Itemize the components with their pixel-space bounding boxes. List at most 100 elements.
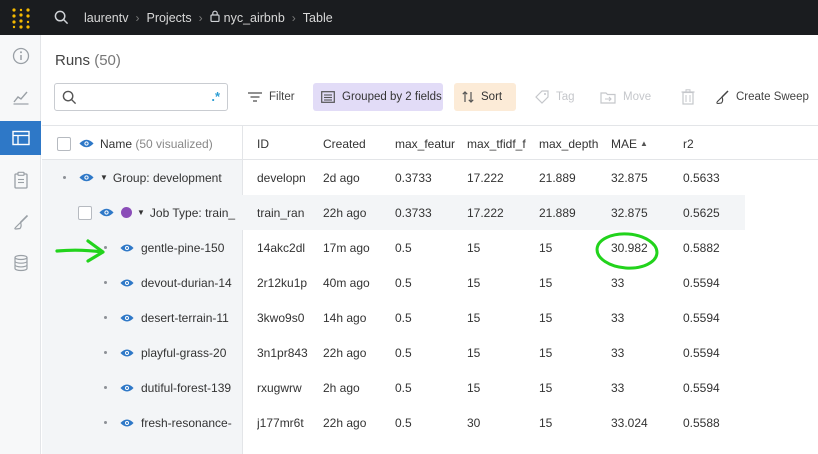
col-header-max-depth[interactable]: max_depth (539, 126, 605, 161)
table-cell: 0.5594 (683, 275, 720, 290)
table-cell: j177mr6t (257, 415, 304, 430)
caret-down-icon[interactable]: ▼ (100, 173, 108, 182)
run-visibility-toggle[interactable] (120, 335, 134, 370)
table-cell: train_ran (257, 205, 305, 220)
tag-icon (535, 90, 549, 104)
breadcrumb-user[interactable]: laurentv (84, 11, 128, 25)
mae-header-label: MAE (611, 136, 638, 151)
sort-button[interactable]: Sort (454, 83, 516, 111)
row-indicator-dot (104, 421, 107, 424)
table-cell: 0.5 (395, 275, 412, 290)
run-visibility-toggle[interactable] (120, 370, 134, 405)
run-name-link[interactable]: playful-grass-20 (141, 335, 241, 370)
table-cell: 0.5882 (683, 240, 720, 255)
create-sweep-button[interactable]: Create Sweep (707, 83, 817, 111)
database-icon (13, 254, 28, 272)
name-column-header[interactable]: Name (50 visualized) (100, 126, 240, 161)
table-cell: 15 (467, 275, 481, 290)
table-cell: 21.889 (539, 205, 576, 220)
table-cell: 15 (467, 380, 481, 395)
table-row[interactable]: desert-terrain-11 3kwo9s0 14h ago 0.5 15… (42, 300, 818, 335)
row-checkbox[interactable] (78, 195, 92, 230)
nav-reports[interactable] (0, 163, 41, 197)
regex-toggle[interactable]: .* (211, 89, 220, 104)
brush-icon (13, 214, 28, 230)
run-visibility-toggle[interactable] (120, 405, 134, 440)
runs-title: Runs (55, 52, 91, 69)
select-all-checkbox[interactable] (57, 126, 73, 161)
table-cell: 3n1pr843 (257, 345, 308, 360)
col-header-max-features[interactable]: max_featur (395, 126, 461, 161)
table-row[interactable]: playful-grass-20 3n1pr843 22h ago 0.5 15… (42, 335, 818, 370)
move-icon (600, 91, 616, 104)
col-header-id[interactable]: ID (257, 126, 317, 161)
trash-icon (681, 89, 695, 105)
table-cell: 17.222 (467, 170, 504, 185)
breadcrumb-table[interactable]: Table (303, 11, 333, 25)
filter-button[interactable]: Filter (240, 83, 303, 111)
group-visibility-toggle[interactable] (79, 160, 94, 195)
col-header-created[interactable]: Created (323, 126, 389, 161)
delete-button[interactable] (673, 83, 703, 111)
move-label: Move (623, 91, 652, 103)
group-button[interactable]: Grouped by 2 fields (313, 83, 443, 111)
table-row[interactable]: devout-durian-14 2r12ku1p 40m ago 0.5 15… (42, 265, 818, 300)
table-row[interactable]: dutiful-forest-139 rxugwrw 2h ago 0.5 15… (42, 370, 818, 405)
nav-charts[interactable] (0, 80, 41, 114)
table-cell: 2h ago (323, 380, 360, 395)
nav-table[interactable] (0, 121, 41, 155)
sort-ascending-icon: ▲ (640, 139, 648, 148)
run-name-link[interactable]: fresh-resonance- (141, 405, 241, 440)
filter-icon (248, 92, 262, 102)
table-cell: 0.5 (395, 380, 412, 395)
caret-down-icon[interactable]: ▼ (137, 208, 145, 217)
run-name-link[interactable]: devout-durian-14 (141, 265, 241, 300)
search-icon (62, 90, 77, 105)
run-visibility-toggle[interactable] (120, 300, 134, 335)
run-search-input[interactable]: .* (54, 83, 228, 111)
col-header-max-tfidf[interactable]: max_tfidf_f (467, 126, 532, 161)
nav-sweeps[interactable] (0, 205, 41, 239)
nav-artifacts[interactable] (0, 246, 41, 280)
table-cell: 2r12ku1p (257, 275, 308, 290)
table-cell: 15 (467, 345, 481, 360)
job-visibility-toggle[interactable] (99, 195, 114, 230)
table-cell: 0.5594 (683, 345, 720, 360)
breadcrumb-project[interactable]: nyc_airbnb (224, 11, 285, 25)
global-search-button[interactable] (46, 0, 76, 35)
table-row[interactable]: fresh-resonance- j177mr6t 22h ago 0.5 30… (42, 405, 818, 440)
run-visibility-toggle[interactable] (120, 265, 134, 300)
sort-icon (462, 91, 474, 103)
run-visibility-toggle[interactable] (120, 230, 134, 265)
lock-icon (210, 10, 220, 25)
table-cell: 33 (611, 345, 625, 360)
group-name: Group: development (112, 170, 222, 185)
table-cell: 0.5594 (683, 380, 720, 395)
col-header-r2[interactable]: r2 (683, 126, 743, 161)
table-cell: 0.5 (395, 345, 412, 360)
table-cell: 32.875 (611, 205, 648, 220)
row-indicator-dot (104, 281, 107, 284)
col-header-mae[interactable]: MAE ▲ (611, 126, 677, 161)
table-cell: 0.5625 (683, 205, 720, 220)
eye-icon (99, 208, 114, 217)
color-swatch[interactable] (121, 207, 132, 218)
breadcrumb: laurentv › Projects › nyc_airbnb › Table (84, 10, 333, 25)
table-cell: 0.5633 (683, 170, 720, 185)
run-name-link[interactable]: gentle-pine-150 (141, 230, 241, 265)
wandb-logo[interactable] (0, 0, 42, 35)
breadcrumb-projects[interactable]: Projects (146, 11, 191, 25)
row-indicator-dot (104, 386, 107, 389)
visibility-all-toggle[interactable] (79, 126, 94, 161)
tag-button[interactable]: Tag (527, 83, 583, 111)
table-cell: 0.5 (395, 415, 412, 430)
group-row[interactable]: ▼ Group: development developn 2d ago 0.3… (42, 160, 818, 195)
run-name-link[interactable]: desert-terrain-11 (141, 300, 241, 335)
move-button[interactable]: Move (592, 83, 659, 111)
job-type-row[interactable]: ▼ Job Type: train_ train_ran 22h ago 0.3… (42, 195, 818, 230)
table-cell: 33.024 (611, 415, 648, 430)
table-cell: 33 (611, 380, 625, 395)
nav-overview[interactable] (0, 39, 41, 73)
run-name-link[interactable]: dutiful-forest-139 (141, 370, 241, 405)
table-row[interactable]: gentle-pine-150 14akc2dl 17m ago 0.5 15 … (42, 230, 818, 265)
